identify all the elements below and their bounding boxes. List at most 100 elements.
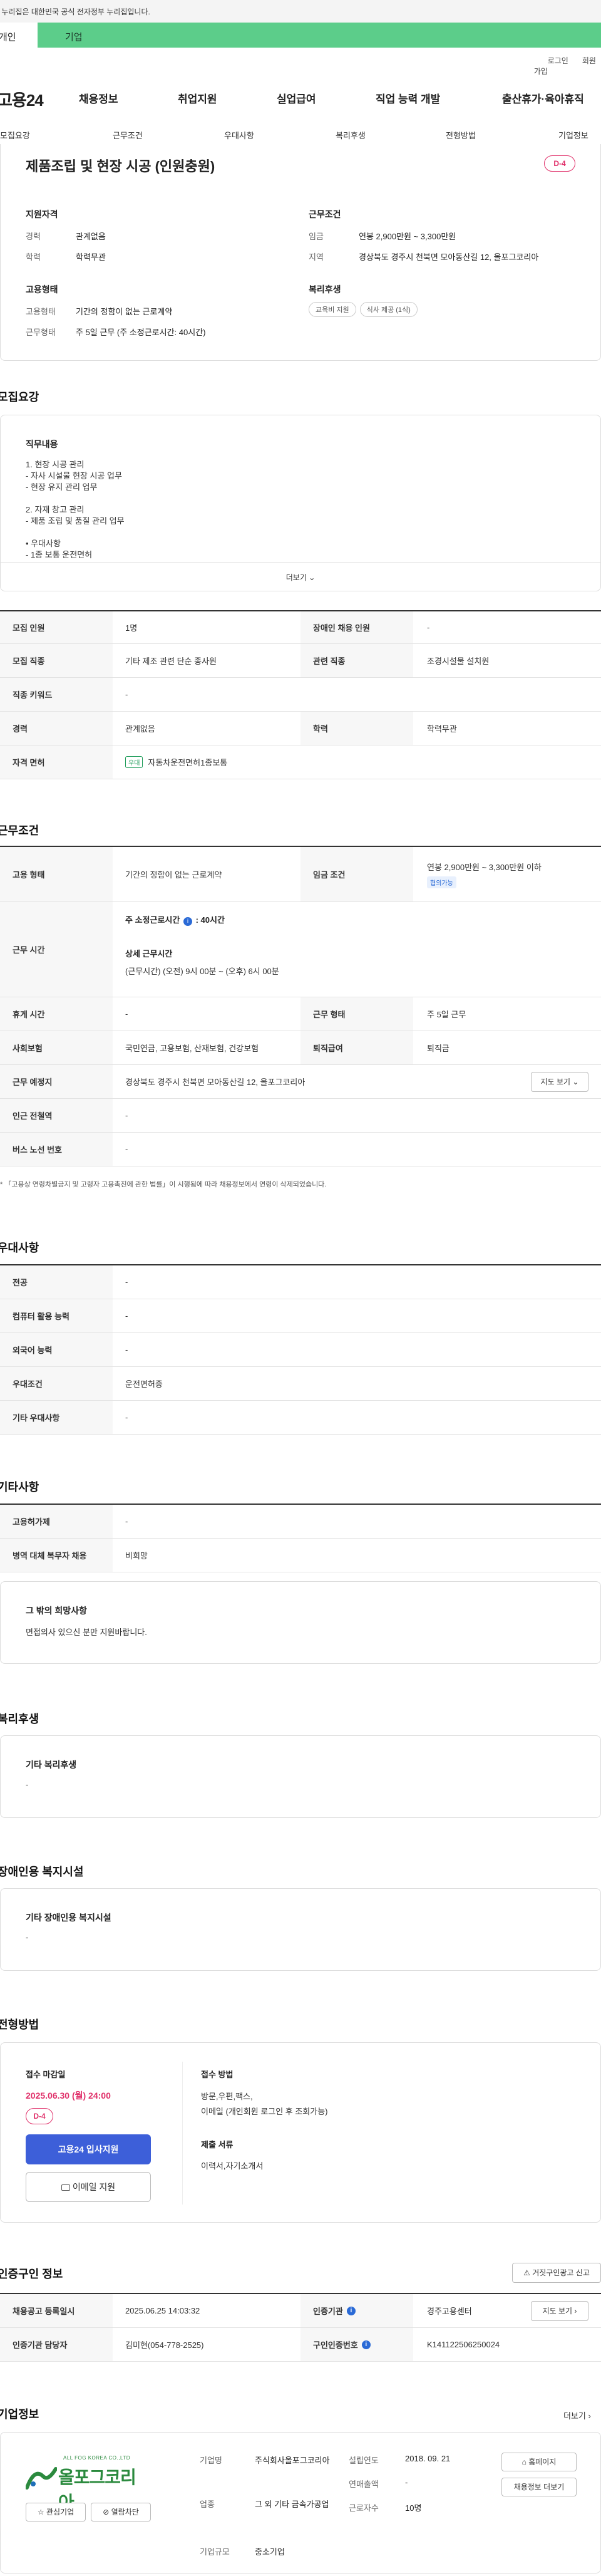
td: 연봉 2,900만원 ~ 3,300만원 이하 협의가능: [427, 847, 542, 901]
td: 경상북도 경주시 천북면 모아동산길 12, 올포그코리아: [125, 1078, 306, 1087]
duty-line: - 자사 시설물 현장 시공 업무: [26, 471, 122, 480]
gnb-employment-support[interactable]: 취업지원: [178, 90, 217, 106]
subnav-welfare[interactable]: 복리후생: [336, 129, 366, 141]
block-view-button[interactable]: ⊘ 열람차단: [91, 2503, 151, 2521]
hours-detail-heading: 상세 근무시간: [125, 949, 173, 958]
th: 근무 형태: [300, 997, 413, 1031]
dday-badge: D-4: [544, 155, 575, 172]
region-label: 지역: [309, 252, 324, 262]
career-value: 관계없음: [76, 232, 106, 241]
th: 학력: [300, 712, 413, 745]
false-ad-report-button[interactable]: ⚠ 거짓구인광고 신고: [512, 2263, 601, 2283]
td: -: [125, 1413, 128, 1422]
method-line: 방문,우편,팩스,: [201, 2092, 253, 2101]
founded-value: 2018. 09. 21: [405, 2454, 451, 2463]
info-icon[interactable]: i: [183, 917, 192, 926]
industry-value: 그 외 기타 금속가공업: [255, 2500, 329, 2509]
th: 컴퓨터 활용 능력: [0, 1299, 113, 1332]
th: 직종 키워드: [0, 678, 113, 711]
table-row: 경력 관계없음 학력 학력무관: [0, 712, 601, 745]
table-row: 근무 시간 주 소정근로시간 i : 40시간 상세 근무시간 (근무시간) (…: [0, 902, 601, 997]
th: 임금 조건: [300, 847, 413, 901]
table-row: 버스 노선 번호 -: [0, 1133, 601, 1166]
subnav-selection[interactable]: 전형방법: [446, 129, 476, 141]
tab-individual[interactable]: 개인: [0, 23, 38, 48]
weekly-hours: 주 소정근로시간 i : 40시간: [125, 913, 225, 926]
duty-heading: 직무내용: [26, 439, 58, 449]
welfare-pill: 식사 제공 (1식): [359, 302, 418, 317]
td: 1명: [125, 623, 138, 633]
gnb-unemployment-benefit[interactable]: 실업급여: [277, 90, 316, 106]
table-row: 컴퓨터 활용 능력 -: [0, 1299, 601, 1333]
td: 김미현(054-778-2525): [125, 2340, 204, 2350]
company-name-value: 주식회사올포그코리아: [255, 2456, 330, 2465]
duty-lines: 1. 현장 시공 관리 - 자사 시설물 현장 시공 업무 - 현장 유지 관리…: [26, 459, 125, 561]
th: 관련 직종: [300, 644, 413, 677]
table-row: 직종 키워드 -: [0, 678, 601, 712]
apply-button[interactable]: 고용24 입사지원: [26, 2134, 151, 2164]
info-icon[interactable]: i: [361, 2340, 371, 2349]
method-heading: 접수 방법: [201, 2070, 234, 2079]
gov-notice-text: 이 누리집은 대한민국 공식 전자정부 누리집입니다.: [0, 8, 150, 16]
td: -: [125, 1009, 128, 1019]
docs-heading: 제출 서류: [201, 2140, 234, 2149]
global-nav: 채용정보 취업지원 실업급여 직업 능력 개발 출산휴가·육아휴직: [0, 90, 601, 109]
th: 우대조건: [0, 1367, 113, 1400]
edu-value: 학력무관: [76, 252, 106, 262]
dday-badge: D-4: [26, 2108, 53, 2124]
map-button[interactable]: 지도 보기 ⌄: [531, 1072, 588, 1092]
other-box-text: 면접의사 있으신 분만 지원바랍니다.: [26, 1628, 147, 1637]
td: 관계없음: [125, 724, 155, 734]
th: 인근 전철역: [0, 1099, 113, 1132]
other-box-heading: 그 밖의 희망사항: [26, 1606, 87, 1616]
table-row: 고용 형태 기간의 정함이 없는 근로계약 임금 조건 연봉 2,900만원 ~…: [0, 847, 601, 902]
login-link[interactable]: 로그인: [548, 56, 568, 65]
company-size-label: 기업규모: [200, 2547, 230, 2557]
gnb-vocational-training[interactable]: 직업 능력 개발: [376, 90, 440, 106]
other-table: 고용허가제 - 병역 대체 복무자 채용 비희망: [0, 1504, 601, 1572]
company-card: ALL FOG KOREA CO.,LTD 올포그코리아 ☆ 관심기업 ⊘ 열람…: [0, 2432, 601, 2573]
company-heading: 기업정보: [0, 2408, 39, 2421]
th: 채용공고 등록일시: [0, 2294, 113, 2327]
gnb-parental-leave[interactable]: 출산휴가·육아휴직: [502, 90, 584, 106]
wage-value: 연봉 2,900만원 ~ 3,300만원 이하: [427, 862, 542, 872]
subnav-conditions[interactable]: 근무조건: [113, 129, 143, 141]
th: 모집 직종: [0, 644, 113, 677]
th: 근무 예정지: [0, 1065, 113, 1098]
cert-heading: 인증구인 정보: [0, 2268, 63, 2280]
email-apply-button[interactable]: 이메일 지원: [26, 2172, 151, 2202]
th: 버스 노선 번호: [0, 1133, 113, 1166]
homepage-button[interactable]: ⌂ 홈페이지: [501, 2453, 577, 2471]
td: 경주고용센터: [427, 2307, 472, 2316]
revenue-label: 연매출액: [349, 2480, 379, 2489]
duty-line: 2. 자재 창고 관리: [26, 505, 85, 514]
tab-company[interactable]: 기업: [65, 30, 83, 43]
table-row: 자격 면허 우대 자동차운전면허1종보통: [0, 745, 601, 779]
welfare-pills: 교육비 지원 식사 제공 (1식): [309, 302, 421, 317]
gov-notice-bar: 이 누리집은 대한민국 공식 전자정부 누리집입니다.: [0, 0, 601, 23]
info-icon[interactable]: i: [346, 2306, 356, 2315]
deadline-label: 접수 마감일: [26, 2070, 66, 2079]
conditions-table: 고용 형태 기간의 정함이 없는 근로계약 임금 조건 연봉 2,900만원 ~…: [0, 846, 601, 1166]
selection-heading: 전형방법: [0, 2018, 39, 2031]
map-button[interactable]: 지도 보기 ›: [531, 2301, 588, 2321]
subnav-preference[interactable]: 우대사항: [224, 129, 254, 141]
td: 운전면허증: [125, 1379, 163, 1389]
industry-label: 업종: [200, 2500, 215, 2509]
favorite-company-button[interactable]: ☆ 관심기업: [26, 2503, 86, 2521]
th: 퇴직급여: [300, 1031, 413, 1064]
td: 퇴직금: [427, 1044, 449, 1053]
subnav-company[interactable]: 기업정보: [558, 129, 588, 141]
th: 경력: [0, 712, 113, 745]
company-jobs-button[interactable]: 채용정보 더보기: [501, 2478, 577, 2496]
subnav-recruit[interactable]: 모집요강: [0, 129, 30, 141]
gnb-jobs[interactable]: 채용정보: [79, 90, 118, 106]
th: 인증기관 담당자: [0, 2328, 113, 2361]
duty-more-bar[interactable]: 더보기 ⌄: [1, 562, 600, 591]
company-more-link[interactable]: 더보기 ›: [563, 2409, 591, 2421]
td: -: [125, 1277, 128, 1287]
staff-label: 근로자수: [349, 2503, 379, 2513]
work-type-label: 근무형태: [26, 328, 56, 337]
logo-mark-icon: [25, 2465, 58, 2490]
other-box: 그 밖의 희망사항 면접의사 있으신 분만 지원바랍니다.: [0, 1581, 601, 1664]
